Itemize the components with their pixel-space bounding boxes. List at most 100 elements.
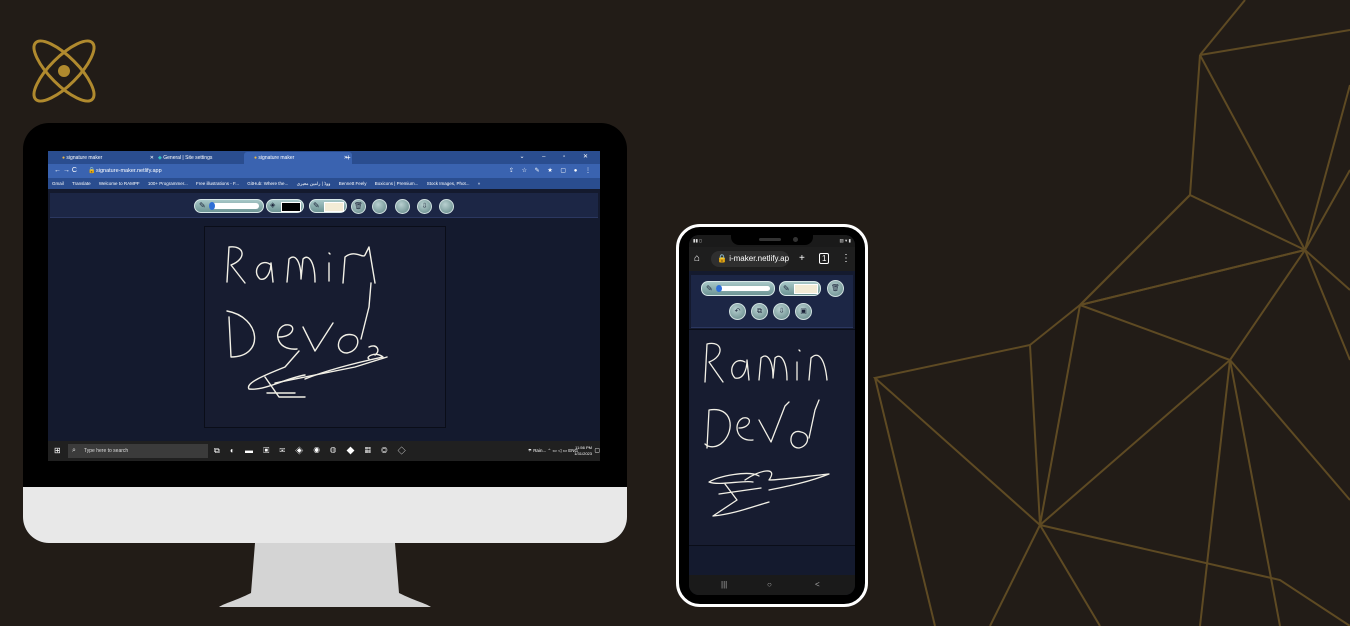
- slider-track: [209, 203, 259, 209]
- weather-text: Rain...: [533, 448, 547, 453]
- url-field[interactable]: signature-maker.netlify.app: [96, 164, 162, 178]
- smartphone: ▮▮ ▯ ▨ ▾ ▮ ⌂ 🔒 i-maker.netlify.app + 1 ⋮…: [676, 224, 868, 607]
- side-button: [676, 297, 679, 327]
- pen-color-swatch: [324, 202, 344, 212]
- tabs-count: 1: [819, 253, 830, 264]
- search-placeholder: Type here to search: [84, 448, 129, 454]
- new-tab-button[interactable]: +: [799, 247, 805, 271]
- browser-tab[interactable]: ◆ General | Site settings ✕: [148, 152, 254, 164]
- phone-signature-drawing: [704, 342, 830, 517]
- phone-signature-toolbar: ✎ ✎ 🗑 ↶ ⧉ ⇩ ▣: [691, 275, 853, 328]
- bookmarks-bar: Gmail Translate Welcome to RAMPF 100+ Pr…: [48, 178, 600, 189]
- bookmark-item[interactable]: Bennett Feely: [339, 181, 367, 186]
- atom-logo-icon: [32, 39, 96, 103]
- trash-icon[interactable]: 🗑: [827, 280, 844, 297]
- pen-icon: ✎: [313, 201, 320, 210]
- bookmark-item[interactable]: Stock Images, Phot...: [427, 181, 470, 186]
- phone-url-text: i-maker.netlify.app: [729, 254, 789, 263]
- monitor-stand: [219, 543, 431, 607]
- slider-thumb[interactable]: [716, 285, 722, 292]
- browser-tab[interactable]: ● signature maker ✕: [52, 152, 158, 164]
- desktop-screen: ● signature maker ✕ ◆ General | Site set…: [48, 151, 600, 461]
- undo-icon[interactable]: ↶: [729, 303, 746, 320]
- notification-icon[interactable]: ▢: [594, 441, 600, 461]
- weather-icon: ☂: [527, 448, 532, 453]
- search-icon: ⌕: [72, 447, 76, 454]
- bookmark-item[interactable]: 100+ Programmer...: [148, 181, 188, 186]
- tabs-count-button[interactable]: 1: [819, 247, 830, 271]
- taskbar-search[interactable]: ⌕ Type here to search: [68, 444, 208, 458]
- phone-screen: ▮▮ ▯ ▨ ▾ ▮ ⌂ 🔒 i-maker.netlify.app + 1 ⋮…: [689, 235, 855, 595]
- bookmarks-more[interactable]: »: [478, 181, 481, 186]
- bookmark-item[interactable]: Translate: [72, 181, 91, 186]
- pen-icon: ✎: [199, 201, 206, 210]
- windows-taskbar: ⊞ ⌕ Type here to search ⧉ ◐ ▬ ▣ ✉ ◈ ◉ ◍ …: [48, 441, 600, 461]
- pen-size-slider[interactable]: ✎: [701, 281, 775, 296]
- desktop-monitor: ● signature maker ✕ ◆ General | Site set…: [23, 123, 627, 543]
- side-button: [865, 313, 868, 353]
- slider-track: [716, 286, 770, 291]
- pen-color-picker[interactable]: ✎: [309, 199, 347, 213]
- undo-icon[interactable]: [372, 199, 387, 214]
- copy-icon[interactable]: [395, 199, 410, 214]
- browser-tools[interactable]: ⇪ ☆ ✎ ★ ▢ ● ⋮: [509, 164, 594, 178]
- signature-toolbar: ✎ ◈ ✎ 🗑 ⇩: [50, 193, 598, 218]
- bookmark-item[interactable]: Free illustrations - F...: [196, 181, 239, 186]
- slider-thumb[interactable]: [209, 202, 215, 210]
- speaker: [759, 238, 781, 241]
- home-icon[interactable]: ⌂: [694, 247, 700, 271]
- status-icons-left: ▮▮ ▯: [693, 238, 702, 243]
- system-tray[interactable]: ☂ Rain... ⌃ ▭ ◁ ▭ ENG: [528, 441, 578, 461]
- pen-icon: ✎: [706, 284, 713, 293]
- signature-app-page: ✎ ◈ ✎ 🗑 ⇩: [48, 189, 600, 441]
- pen-color-swatch: [794, 284, 818, 294]
- tray-icons: ⌃ ▭ ◁ ▭: [547, 448, 567, 453]
- address-bar: ← → C 🔒 signature-maker.netlify.app ⇪ ☆ …: [48, 164, 600, 178]
- browser-tab-bar: ● signature maker ✕ ◆ General | Site set…: [48, 151, 600, 164]
- bookmark-item[interactable]: Gmail: [52, 181, 64, 186]
- phone-url-field[interactable]: 🔒 i-maker.netlify.app: [711, 251, 789, 267]
- new-tab-button[interactable]: +: [346, 151, 351, 164]
- netlify-icon: ◆: [158, 155, 162, 161]
- taskbar-app-icons[interactable]: ⧉ ◐ ▬ ▣ ✉ ◈ ◉ ◍ ◆ ▦ ◎ ◇: [214, 444, 410, 458]
- tab-label: signature maker: [258, 155, 295, 161]
- download-icon[interactable]: ⇩: [417, 199, 432, 214]
- trash-icon[interactable]: 🗑: [351, 199, 366, 214]
- bg-color-swatch: [281, 202, 301, 212]
- browser-tab-active[interactable]: ● signature maker ✕: [244, 152, 352, 164]
- home-button[interactable]: ○: [767, 575, 772, 595]
- save-icon[interactable]: [439, 199, 454, 214]
- phone-menu-button[interactable]: ⋮: [841, 247, 851, 271]
- tab-label: General | Site settings: [163, 155, 213, 161]
- windows-start-icon[interactable]: ⊞: [54, 441, 61, 461]
- back-button[interactable]: <: [815, 575, 820, 595]
- site-favicon-icon: ●: [62, 155, 66, 161]
- front-camera: [793, 237, 798, 242]
- lock-icon: 🔒: [88, 168, 96, 174]
- paint-bucket-icon: ◈: [270, 202, 276, 209]
- pen-color-picker[interactable]: ✎: [779, 281, 821, 296]
- clock[interactable]: 11:56 PM 1/31/2023: [574, 445, 592, 457]
- save-icon[interactable]: ▣: [795, 303, 812, 320]
- site-favicon-icon: ●: [254, 155, 258, 161]
- download-icon[interactable]: ⇩: [773, 303, 790, 320]
- bg-color-picker[interactable]: ◈: [266, 199, 304, 213]
- lock-icon: 🔒: [717, 254, 727, 263]
- recent-apps-button[interactable]: |||: [721, 575, 727, 595]
- nav-buttons[interactable]: ← → C: [54, 164, 77, 178]
- bookmark-item[interactable]: Boxicons | Premium...: [375, 181, 419, 186]
- bookmark-item[interactable]: Welcome to RAMPF: [99, 181, 140, 186]
- clock-date: 1/31/2023: [574, 451, 592, 456]
- signature-canvas[interactable]: [204, 226, 446, 428]
- pen-size-slider[interactable]: ✎: [194, 199, 264, 213]
- phone-signature-canvas[interactable]: [689, 329, 855, 546]
- phone-notch: [731, 235, 813, 245]
- bookmark-item[interactable]: ووڈ | رامین معیری: [297, 181, 331, 186]
- status-icons-right: ▨ ▾ ▮: [839, 238, 852, 243]
- bookmark-item[interactable]: GitHub: Where the...: [247, 181, 288, 186]
- copy-icon[interactable]: ⧉: [751, 303, 768, 320]
- signature-drawing: [226, 246, 388, 398]
- window-controls[interactable]: ⌄ – ▫ ✕: [519, 151, 596, 164]
- monitor-chin: [23, 487, 627, 543]
- phone-address-bar: ⌂ 🔒 i-maker.netlify.app + 1 ⋮: [689, 247, 855, 271]
